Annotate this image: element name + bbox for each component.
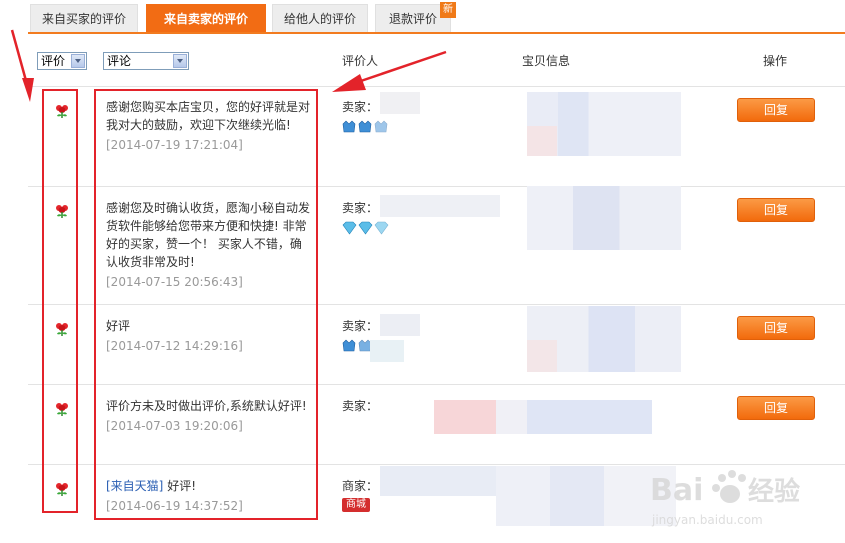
svg-text:jingyan.baidu.com: jingyan.baidu.com xyxy=(651,513,763,527)
arrow-top xyxy=(332,50,447,92)
svg-text:经验: 经验 xyxy=(748,476,800,507)
arrow-left xyxy=(10,29,34,102)
svg-text:Bai: Bai xyxy=(650,473,703,508)
baidu-watermark-logo: Bai 经验 jingyan.baidu.com xyxy=(650,470,800,527)
